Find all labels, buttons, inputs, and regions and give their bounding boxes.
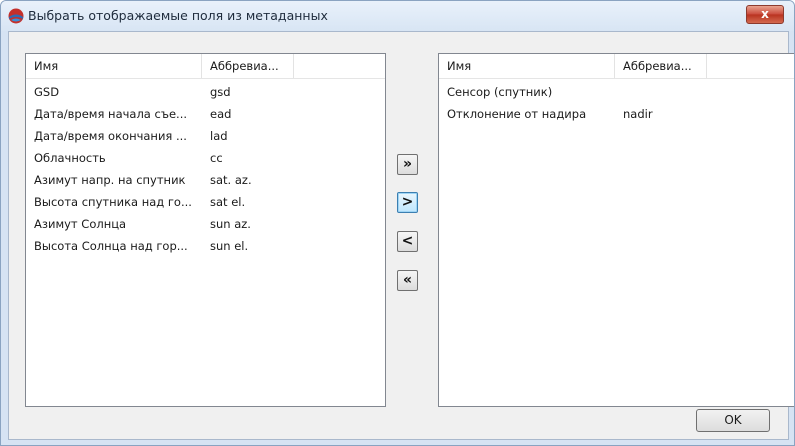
- move-left-button[interactable]: <: [397, 231, 418, 252]
- field-name: GSD: [34, 85, 60, 99]
- column-header-name[interactable]: Имя: [26, 54, 202, 78]
- field-abbreviation: [623, 81, 703, 103]
- field-abbreviation: ead: [210, 107, 232, 121]
- list-item[interactable]: Облачность cc: [26, 147, 385, 169]
- list-item[interactable]: Высота Солнца над гор... sun el.: [26, 235, 385, 257]
- close-button[interactable]: x: [746, 5, 784, 24]
- chevron-left-icon: <: [401, 233, 414, 249]
- dialog-body: Имя Аббревиа... GSD gsd Дата/время начала …: [8, 31, 794, 440]
- field-abbreviation: sat el.: [210, 195, 246, 209]
- list-item[interactable]: Высота спутника над го... sat el.: [26, 191, 385, 213]
- move-right-button[interactable]: >: [397, 192, 418, 213]
- list-item[interactable]: Дата/время начала съе... ead: [26, 103, 385, 125]
- selected-list-rows: Сенсор (спутник) Отклонение от надира nadi…: [439, 81, 794, 125]
- list-item[interactable]: Азимут Солнца sun az.: [26, 213, 385, 235]
- move-all-left-button[interactable]: «: [397, 270, 418, 291]
- field-abbreviation: sat. az.: [210, 173, 252, 187]
- app-globe-icon: [8, 8, 24, 24]
- field-name: Отклонение от надира: [447, 107, 587, 121]
- available-list-header: Имя Аббревиа...: [26, 54, 385, 79]
- field-abbreviation: gsd: [210, 85, 231, 99]
- field-name: Сенсор (спутник): [447, 85, 553, 99]
- list-item[interactable]: GSD gsd: [26, 81, 385, 103]
- field-abbreviation: sun el.: [210, 239, 249, 253]
- list-item[interactable]: Сенсор (спутник): [439, 81, 794, 103]
- close-icon: x: [761, 7, 769, 21]
- double-chevron-right-icon: »: [402, 156, 413, 172]
- move-all-right-button[interactable]: »: [397, 154, 418, 175]
- field-abbreviation: cc: [210, 151, 223, 165]
- field-abbreviation: nadir: [623, 107, 653, 121]
- field-name: Высота Солнца над гор...: [34, 239, 188, 253]
- available-list-rows: GSD gsd Дата/время начала съе... ead Дата/вр…: [26, 81, 385, 257]
- ok-button[interactable]: OK: [696, 409, 770, 432]
- field-name: Дата/время начала съе...: [34, 107, 188, 121]
- field-name: Азимут Солнца: [34, 217, 127, 231]
- field-name: Облачность: [34, 151, 106, 165]
- dialog-window: Выбрать отображаемые поля из метаданных …: [0, 0, 795, 446]
- column-header-abbreviation[interactable]: Аббревиа...: [202, 54, 294, 78]
- column-header-name[interactable]: Имя: [439, 54, 615, 78]
- list-item[interactable]: Дата/время окончания ... lad: [26, 125, 385, 147]
- field-name: Высота спутника над го...: [34, 195, 192, 209]
- chevron-right-icon: >: [401, 194, 414, 210]
- column-header-abbreviation[interactable]: Аббревиа...: [615, 54, 707, 78]
- selected-list-header: Имя Аббревиа...: [439, 54, 794, 79]
- double-chevron-left-icon: «: [402, 272, 413, 288]
- field-name: Дата/время окончания ...: [34, 129, 187, 143]
- selected-fields-list[interactable]: Имя Аббревиа... Сенсор (спутник) Отклонен…: [438, 53, 794, 407]
- field-abbreviation: sun az.: [210, 217, 251, 231]
- window-title: Выбрать отображаемые поля из метаданных: [28, 8, 328, 23]
- list-item[interactable]: Отклонение от надира nadir: [439, 103, 794, 125]
- field-abbreviation: lad: [210, 129, 228, 143]
- list-item[interactable]: Азимут напр. на спутник sat. az.: [26, 169, 385, 191]
- title-bar[interactable]: Выбрать отображаемые поля из метаданных …: [1, 1, 794, 31]
- field-name: Азимут напр. на спутник: [34, 173, 186, 187]
- available-fields-list[interactable]: Имя Аббревиа... GSD gsd Дата/время начала …: [25, 53, 386, 407]
